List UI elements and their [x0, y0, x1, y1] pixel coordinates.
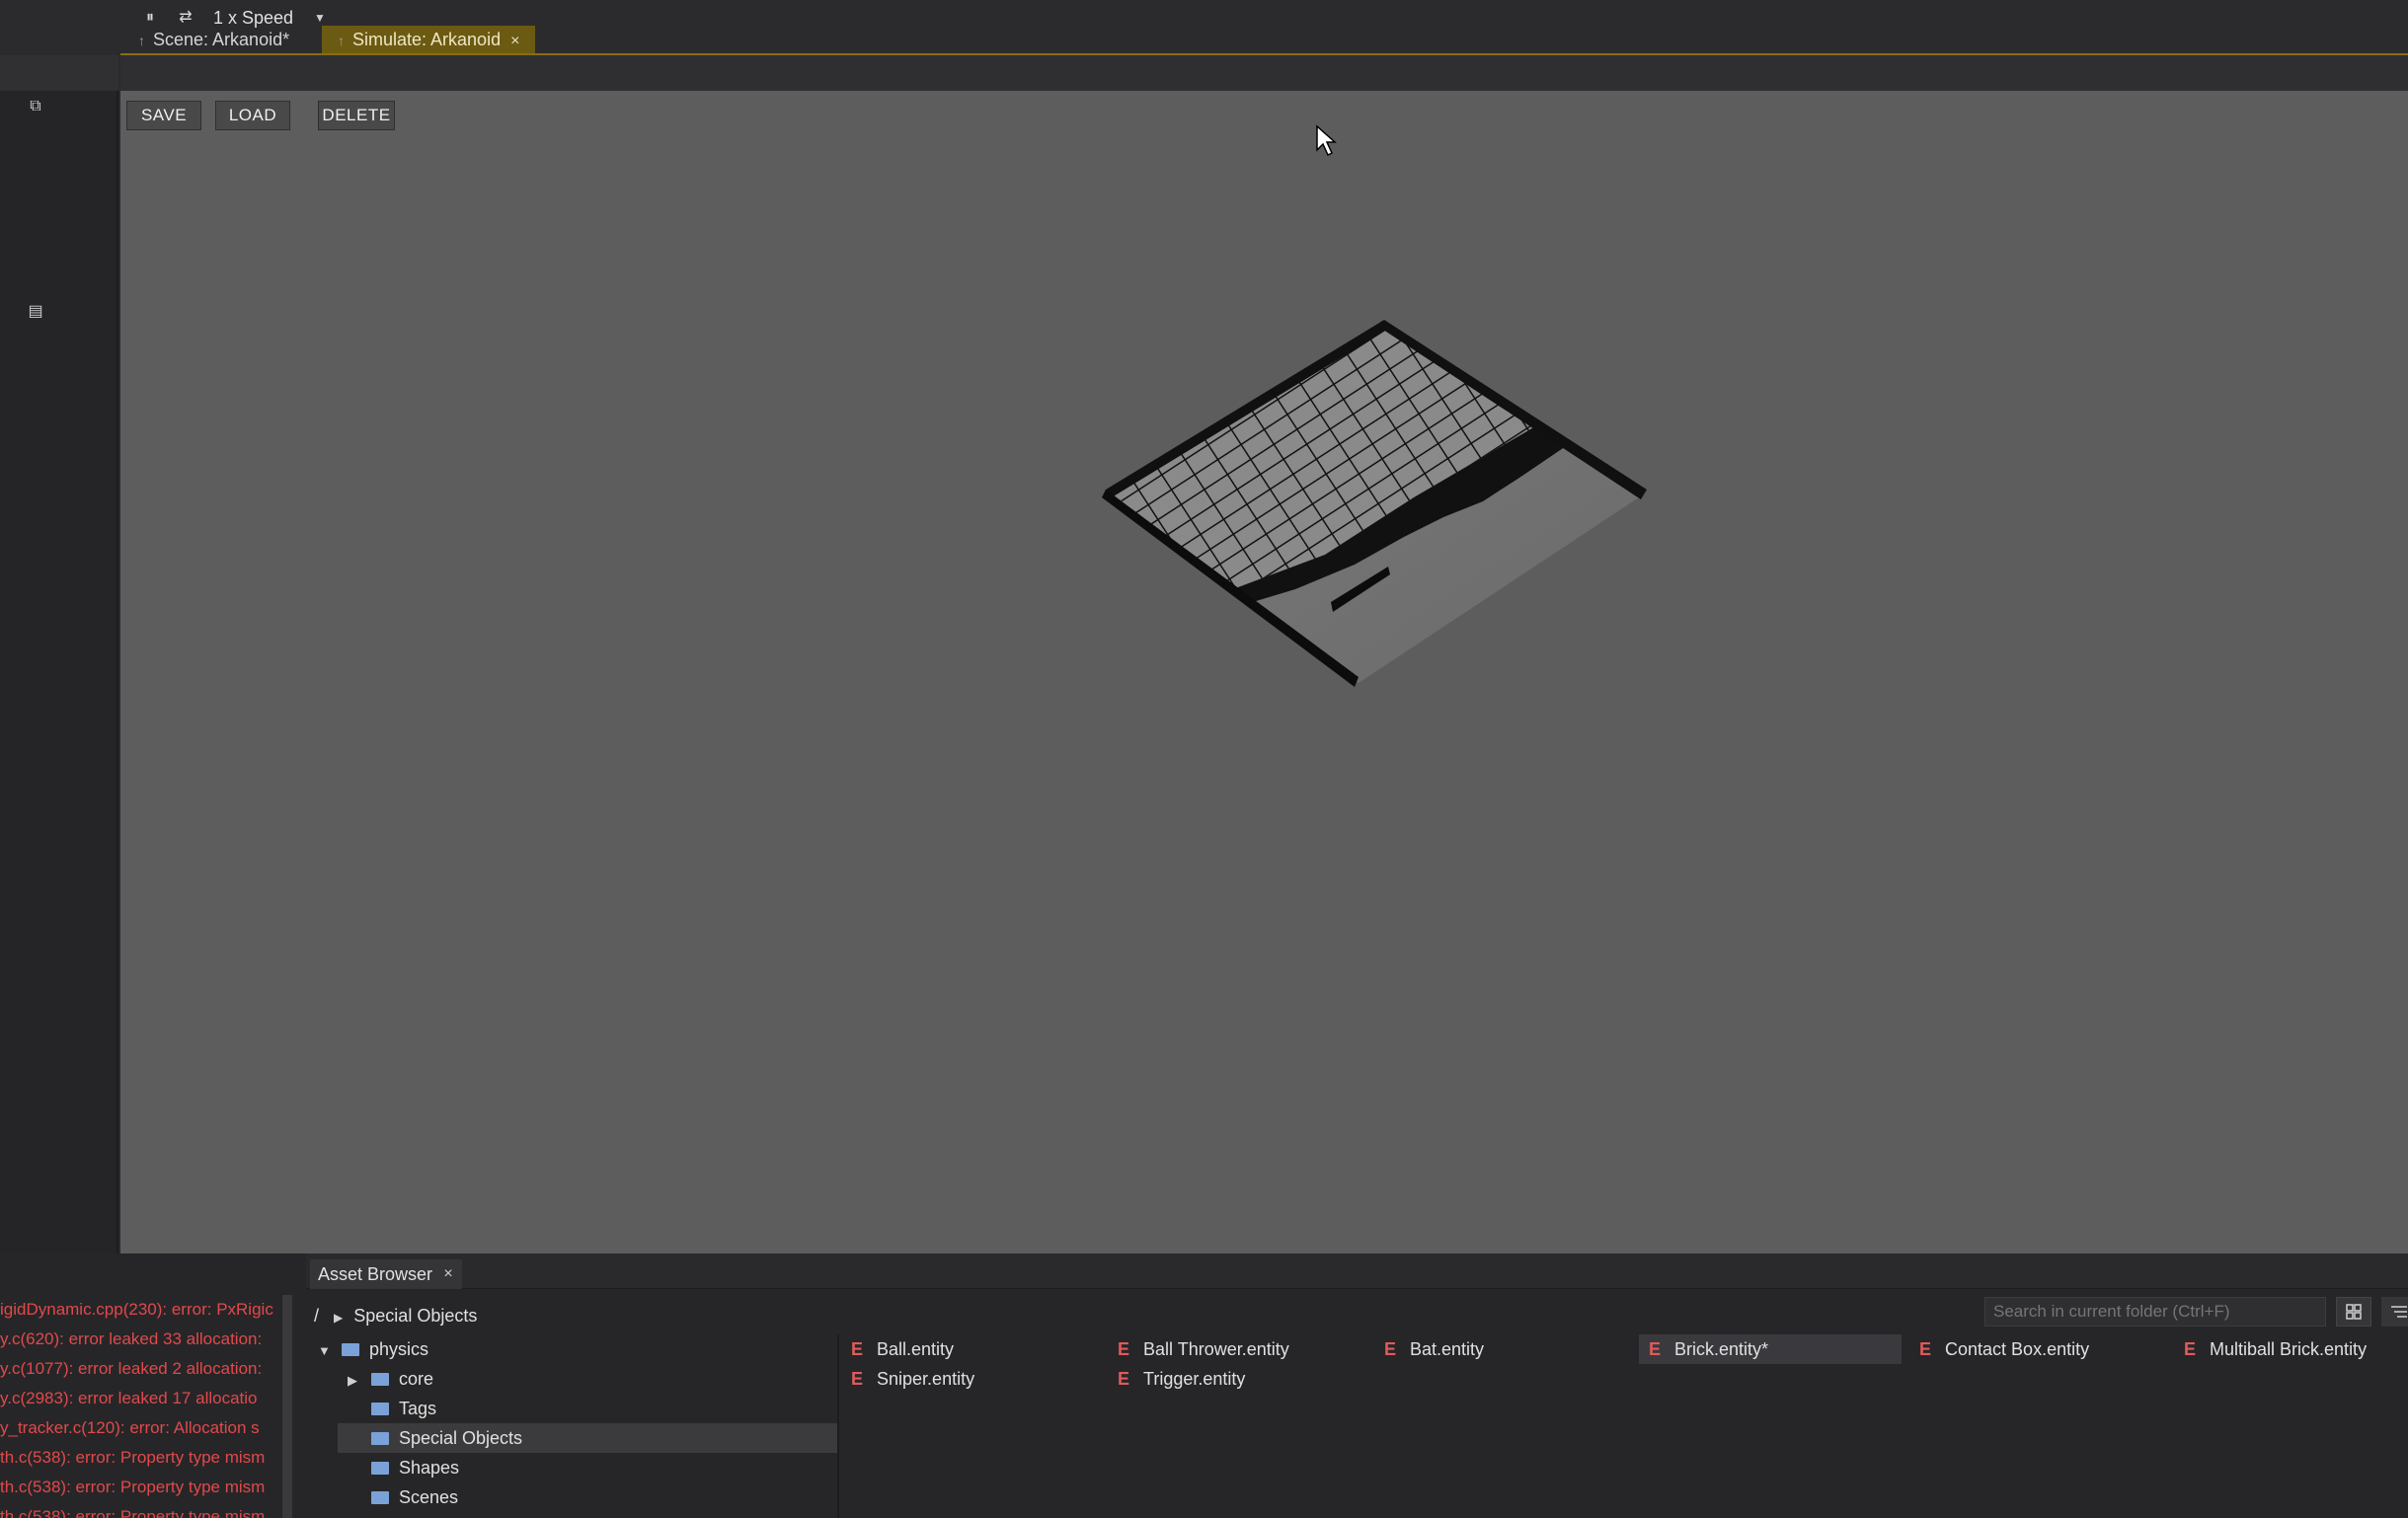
chevron-down-icon[interactable]: ▼: [318, 1336, 334, 1366]
left-side-panel: [0, 55, 118, 1253]
file-name: Ball.entity: [877, 1339, 955, 1359]
log-line: y.c(2983): error leaked 17 allocatio: [0, 1389, 258, 1407]
pin-icon: ↑: [138, 33, 145, 48]
entity-icon: E: [1649, 1339, 1662, 1359]
file-name: Contact Box.entity: [1945, 1339, 2090, 1359]
close-icon[interactable]: ×: [510, 33, 519, 49]
entity-icon: E: [851, 1369, 864, 1389]
file-name: Ball Thrower.entity: [1143, 1339, 1289, 1359]
breadcrumb: / ▶ Special Objects: [314, 1301, 477, 1330]
folder-icon: [371, 1491, 389, 1504]
document-icon[interactable]: ▤: [26, 302, 45, 322]
tree-item-label: core: [399, 1369, 434, 1389]
file-item[interactable]: E Bat.entity: [1374, 1334, 1631, 1364]
log-line: y.c(1077): error leaked 2 allocation:: [0, 1359, 263, 1378]
folder-icon: [342, 1343, 359, 1356]
delete-button[interactable]: DELETE: [318, 101, 395, 130]
folder-icon: [371, 1403, 389, 1415]
tree-item-label: Shapes: [399, 1458, 460, 1478]
console-scrollbar[interactable]: [282, 1295, 292, 1518]
folder-icon: [371, 1373, 389, 1386]
tree-item-label: Tags: [399, 1399, 437, 1418]
mouse-cursor-icon: [1316, 124, 1337, 157]
log-line: th.c(538): error: Property type mism: [0, 1507, 266, 1518]
file-item[interactable]: E Contact Box.entity: [1909, 1334, 2166, 1364]
entity-icon: E: [2184, 1339, 2197, 1359]
tab-simulate[interactable]: ↑ Simulate: Arkanoid ×: [322, 26, 535, 53]
entity-icon: E: [1919, 1339, 1932, 1359]
entity-icon: E: [1118, 1339, 1130, 1359]
tab-scene-label: Scene: Arkanoid*: [153, 30, 290, 49]
asset-file-list: E Ball.entity E Ball Thrower.entity E Bat.e…: [841, 1334, 2408, 1518]
file-name: Trigger.entity: [1143, 1369, 1246, 1389]
close-icon[interactable]: ×: [438, 1259, 458, 1289]
tab-scene[interactable]: ↑ Scene: Arkanoid*: [122, 26, 320, 53]
folder-icon: [371, 1462, 389, 1475]
chevron-right-icon[interactable]: ▶: [348, 1366, 363, 1396]
tree-item-label: physics: [369, 1339, 429, 1359]
breadcrumb-root[interactable]: /: [314, 1306, 319, 1326]
tree-item-core[interactable]: ▶ core: [348, 1364, 831, 1394]
folder-icon: [371, 1432, 389, 1445]
tree-item-label: Scenes: [399, 1487, 459, 1507]
asset-browser-tabbar: [306, 1253, 2408, 1289]
file-item[interactable]: E Sniper.entity: [841, 1364, 1098, 1394]
tree-item-tags[interactable]: Tags: [348, 1394, 831, 1423]
folder-tree: ▼ physics ▶ core Tags Special Objects Shap…: [306, 1334, 839, 1518]
file-item[interactable]: E Ball.entity: [841, 1334, 1098, 1364]
file-name: Brick.entity*: [1674, 1339, 1769, 1359]
tree-item-label: Special Objects: [399, 1428, 523, 1448]
grid-view-icon[interactable]: [2336, 1297, 2371, 1327]
file-name: Bat.entity: [1410, 1339, 1485, 1359]
console-log: igidDynamic.cpp(230): error: PxRigic y.c…: [0, 1295, 288, 1518]
entity-icon: E: [851, 1339, 864, 1359]
file-item[interactable]: E Trigger.entity: [1108, 1364, 1364, 1394]
log-line: y.c(620): error leaked 33 allocation:: [0, 1329, 263, 1348]
log-line: igidDynamic.cpp(230): error: PxRigic: [0, 1300, 273, 1319]
arkanoid-board-render: [1102, 320, 1647, 687]
breadcrumb-current[interactable]: Special Objects: [353, 1306, 477, 1326]
save-button[interactable]: SAVE: [126, 101, 201, 130]
pause-icon[interactable]: ⏸: [136, 6, 164, 30]
tree-item-physics[interactable]: ▼ physics: [318, 1334, 831, 1364]
file-item-selected[interactable]: E Brick.entity*: [1639, 1334, 1902, 1364]
tree-item-special-objects[interactable]: Special Objects: [338, 1423, 837, 1453]
file-item[interactable]: E Multiball Brick.entity: [2174, 1334, 2408, 1364]
load-button[interactable]: LOAD: [215, 101, 290, 130]
loop-icon[interactable]: ⇄: [172, 6, 199, 30]
simulation-viewport[interactable]: [120, 91, 2408, 1253]
tab-simulate-label: Simulate: Arkanoid: [352, 30, 502, 49]
entity-icon: E: [1118, 1369, 1130, 1389]
search-input[interactable]: [1984, 1297, 2326, 1327]
left-panel-header: [0, 55, 118, 91]
file-name: Sniper.entity: [877, 1369, 975, 1389]
entity-icon: E: [1384, 1339, 1397, 1359]
tree-item-scenes[interactable]: Scenes: [348, 1482, 831, 1512]
chevron-down-icon[interactable]: ▼: [314, 6, 330, 30]
copy-icon[interactable]: ⧉: [26, 97, 45, 116]
pin-icon: ↑: [338, 33, 345, 48]
file-name: Multiball Brick.entity: [2210, 1339, 2368, 1359]
simulation-toolbar: [120, 55, 2408, 91]
log-line: th.c(538): error: Property type mism: [0, 1448, 266, 1467]
log-line: y_tracker.c(120): error: Allocation s: [0, 1418, 260, 1437]
log-line: th.c(538): error: Property type mism: [0, 1478, 266, 1496]
chevron-right-icon: ▶: [334, 1311, 344, 1325]
tree-item-shapes[interactable]: Shapes: [348, 1453, 831, 1482]
sort-icon[interactable]: [2381, 1297, 2408, 1327]
file-item[interactable]: E Ball Thrower.entity: [1108, 1334, 1364, 1364]
